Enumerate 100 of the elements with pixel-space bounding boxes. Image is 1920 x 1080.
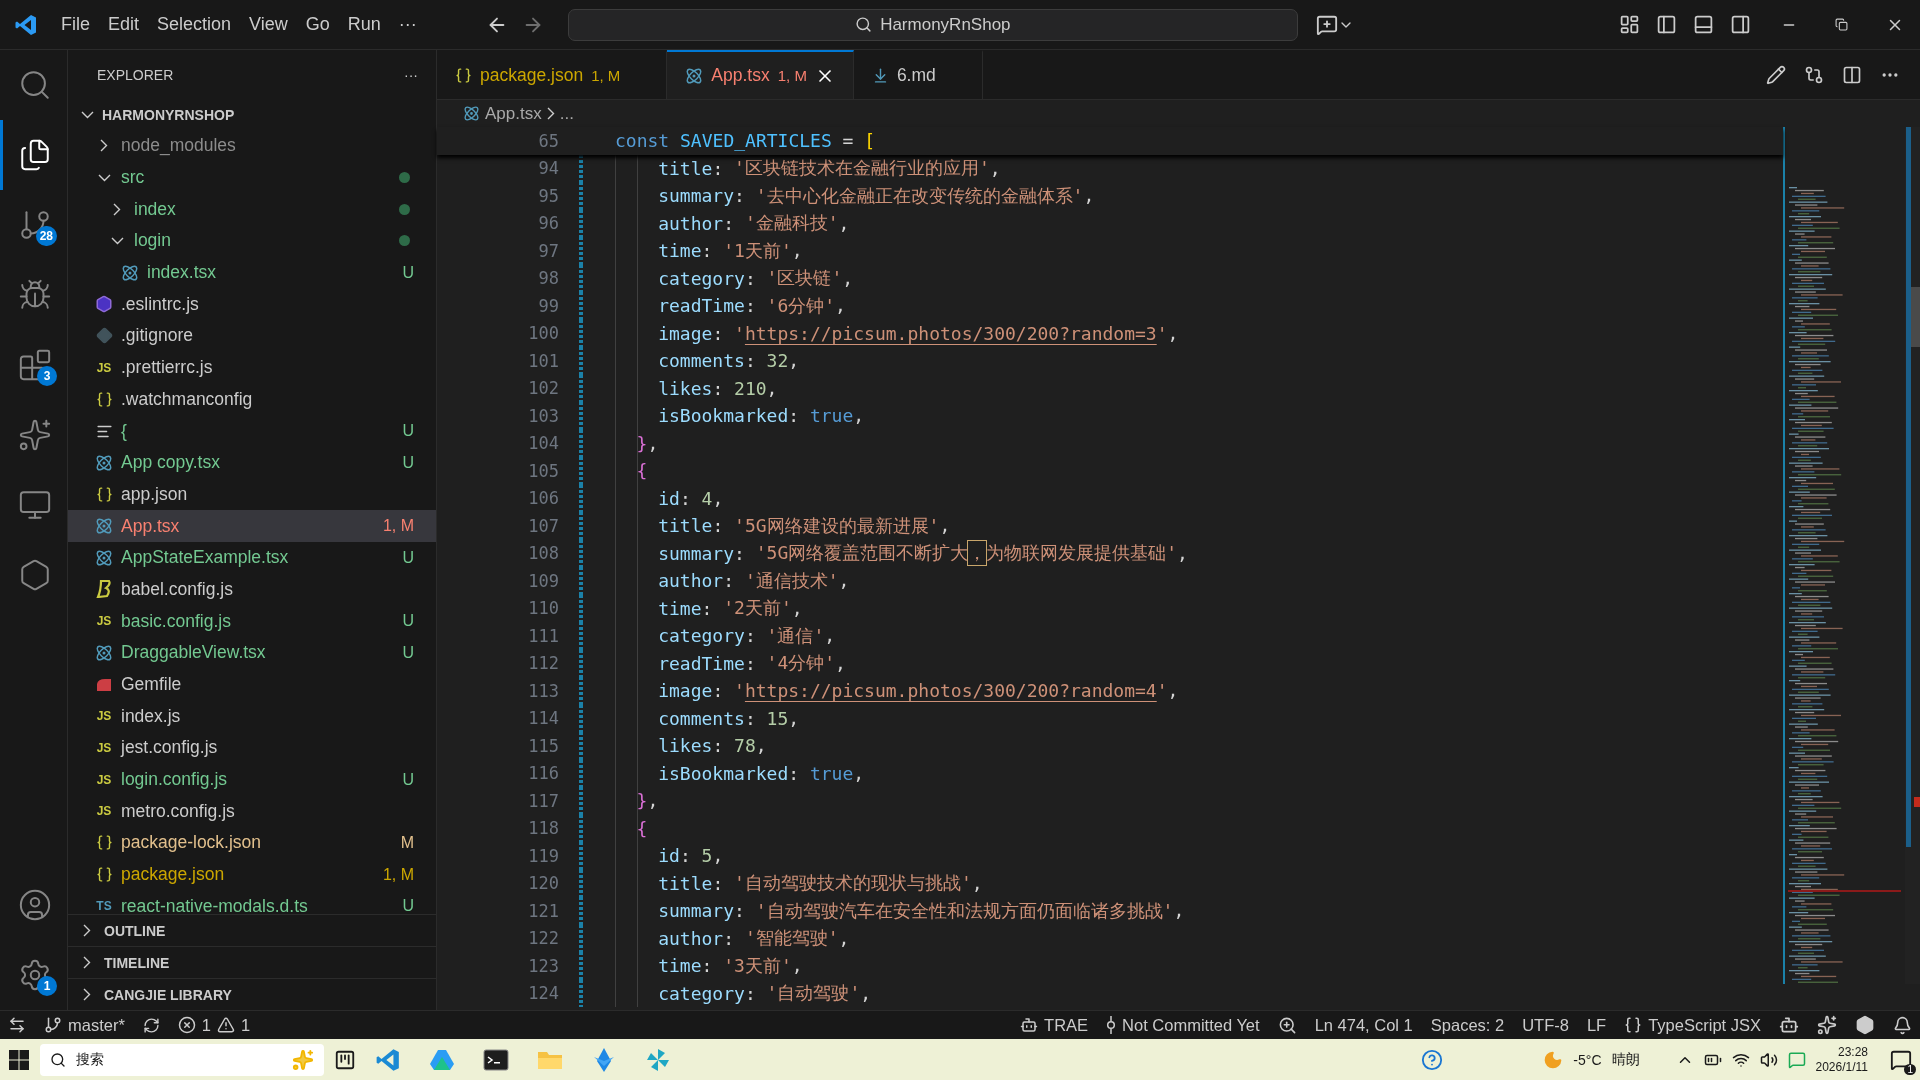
react-icon bbox=[95, 517, 113, 536]
search-placeholder: 搜索 bbox=[76, 1050, 105, 1069]
file-tree-item[interactable]: JS .prettierrc.js bbox=[68, 351, 436, 384]
code-editor-logo bbox=[14, 12, 38, 37]
sparkle-icon[interactable] bbox=[18, 418, 52, 452]
file-tree-item[interactable]: JS metro.config.js bbox=[68, 795, 436, 828]
file-name: Gemfile bbox=[121, 674, 183, 696]
section-header[interactable]: OUTLINE bbox=[68, 914, 436, 946]
file-name: App.tsx bbox=[121, 515, 181, 537]
file-tree-item[interactable]: JS login.config.js U bbox=[68, 763, 436, 796]
zoom-icon[interactable] bbox=[1277, 1015, 1297, 1035]
breadcrumb-item[interactable]: ... bbox=[559, 103, 574, 124]
file-tree-item[interactable]: src bbox=[68, 161, 436, 194]
task-view-icon[interactable] bbox=[334, 1048, 356, 1071]
remote-icon[interactable] bbox=[8, 1016, 26, 1034]
branch-status[interactable]: master* bbox=[44, 1015, 125, 1035]
line-number: 102 bbox=[527, 378, 560, 399]
secondary-sidebar-icon[interactable] bbox=[1730, 14, 1751, 35]
clock[interactable]: 23:28 2026/1/11 bbox=[1815, 1044, 1868, 1075]
file-tree-item[interactable]: package-lock.json M bbox=[68, 827, 436, 859]
status-item[interactable]: Not Committed Yet bbox=[1106, 1015, 1260, 1035]
section-title: TIMELINE bbox=[104, 954, 170, 971]
git-status: 1, M bbox=[382, 865, 414, 884]
hexagon-icon[interactable] bbox=[18, 558, 52, 592]
status-item[interactable]: LF bbox=[1586, 1015, 1607, 1035]
file-tree-item[interactable]: JS index.js bbox=[68, 700, 436, 733]
status-item[interactable]: Ln 474, Col 1 bbox=[1314, 1015, 1413, 1035]
status-item[interactable]: TRAE bbox=[1020, 1015, 1089, 1035]
start-icon[interactable] bbox=[8, 1048, 30, 1071]
editor-tab[interactable]: App.tsx 1, M bbox=[667, 50, 854, 99]
git-status: U bbox=[402, 263, 414, 282]
sync-icon[interactable] bbox=[142, 1016, 160, 1034]
notification-icon[interactable] bbox=[1890, 1048, 1912, 1071]
sparkle-icon[interactable] bbox=[1817, 1015, 1837, 1035]
file-tree-item[interactable]: index.tsx U bbox=[68, 256, 436, 289]
files-icon[interactable] bbox=[18, 138, 52, 172]
panel-toggle-icon[interactable] bbox=[1693, 14, 1714, 35]
file-tree-item[interactable]: Gemfile bbox=[68, 668, 436, 701]
file-tree-item[interactable]: login bbox=[68, 225, 436, 257]
menu-item[interactable]: Edit bbox=[99, 8, 149, 41]
breadcrumb-item[interactable]: App.tsx bbox=[485, 103, 542, 124]
hexagon-icon[interactable] bbox=[1855, 1015, 1875, 1035]
file-tree-item[interactable]: index bbox=[68, 193, 436, 226]
file-name: src bbox=[121, 167, 146, 189]
code-editor-icon[interactable] bbox=[375, 1046, 401, 1073]
compare-icon[interactable] bbox=[1804, 64, 1824, 85]
menu-item[interactable]: File bbox=[52, 8, 99, 41]
blocks-icon[interactable] bbox=[18, 348, 52, 382]
status-item[interactable]: TypeScript JSX bbox=[1624, 1015, 1761, 1035]
file-tree-item[interactable]: node_modules bbox=[68, 130, 436, 162]
taskbar-search[interactable]: 搜索 bbox=[40, 1043, 324, 1076]
menu-item[interactable]: Go bbox=[296, 8, 339, 41]
terminal-icon[interactable] bbox=[483, 1048, 509, 1071]
account-icon[interactable] bbox=[18, 888, 52, 922]
status-item[interactable]: UTF-8 bbox=[1522, 1015, 1569, 1035]
file-tree-item[interactable]: app.json bbox=[68, 478, 436, 511]
file-tree-item[interactable]: App.tsx 1, M bbox=[68, 510, 436, 542]
help-icon[interactable] bbox=[1421, 1048, 1444, 1071]
copilot-icon[interactable] bbox=[1779, 1015, 1799, 1035]
file-tree-item[interactable]: .watchmanconfig bbox=[68, 383, 436, 416]
folder-header[interactable]: HARMONYRNSHOP bbox=[68, 100, 436, 130]
file-tree-item[interactable]: { U bbox=[68, 415, 436, 447]
file-tree-item[interactable]: package.json 1, M bbox=[68, 858, 436, 891]
menu-item[interactable]: View bbox=[240, 8, 297, 41]
split-editor-icon[interactable] bbox=[1842, 64, 1862, 85]
line-number: 104 bbox=[527, 433, 560, 454]
file-name: package-lock.json bbox=[121, 832, 263, 854]
settings-icon[interactable] bbox=[18, 958, 52, 992]
menu-item[interactable]: Run bbox=[338, 8, 390, 41]
date: 2026/1/11 bbox=[1815, 1059, 1868, 1075]
file-tree-item[interactable]: App copy.tsx U bbox=[68, 446, 436, 479]
file-tree-item[interactable]: TS react-native-modals.d.ts U bbox=[68, 890, 436, 914]
file-tree-item[interactable]: .eslintrc.js bbox=[68, 288, 436, 321]
sparkle-icon bbox=[292, 1048, 314, 1071]
file-tree-item[interactable]: DraggableView.tsx U bbox=[68, 637, 436, 669]
file-tree-item[interactable]: babel.config.js bbox=[68, 573, 436, 606]
file-tree-item[interactable]: AppStateExample.tsx U bbox=[68, 541, 436, 574]
menu-item[interactable]: Selection bbox=[148, 8, 241, 41]
bug-icon[interactable] bbox=[18, 278, 52, 312]
status-item[interactable]: Spaces: 2 bbox=[1430, 1015, 1505, 1035]
file-tree-item[interactable]: JS basic.config.js U bbox=[68, 605, 436, 637]
section-header[interactable]: TIMELINE bbox=[68, 946, 436, 978]
layout-icon[interactable] bbox=[1619, 14, 1640, 35]
line-number: 118 bbox=[527, 818, 560, 839]
file-name: index.tsx bbox=[147, 262, 218, 284]
bell-icon[interactable] bbox=[1893, 1015, 1912, 1035]
chat-icon[interactable] bbox=[1315, 13, 1338, 36]
command-center[interactable]: HarmonyRnShop bbox=[567, 8, 1298, 41]
file-tree-item[interactable]: JS jest.config.js bbox=[68, 732, 436, 764]
search-icon[interactable] bbox=[18, 68, 52, 102]
problems-status[interactable]: 1 1 bbox=[177, 1015, 251, 1035]
volume-icon[interactable] bbox=[1759, 1050, 1778, 1069]
js-icon: JS bbox=[96, 740, 112, 755]
more-menu[interactable]: ··· bbox=[389, 8, 426, 41]
file-tree-item[interactable]: .gitignore bbox=[68, 320, 436, 352]
sidebar-toggle-icon[interactable] bbox=[1656, 14, 1677, 35]
pencil-icon[interactable] bbox=[1766, 64, 1786, 85]
restore-icon[interactable] bbox=[1835, 18, 1848, 31]
more-button[interactable]: ··· bbox=[404, 67, 418, 83]
monitor-icon[interactable] bbox=[18, 488, 52, 522]
